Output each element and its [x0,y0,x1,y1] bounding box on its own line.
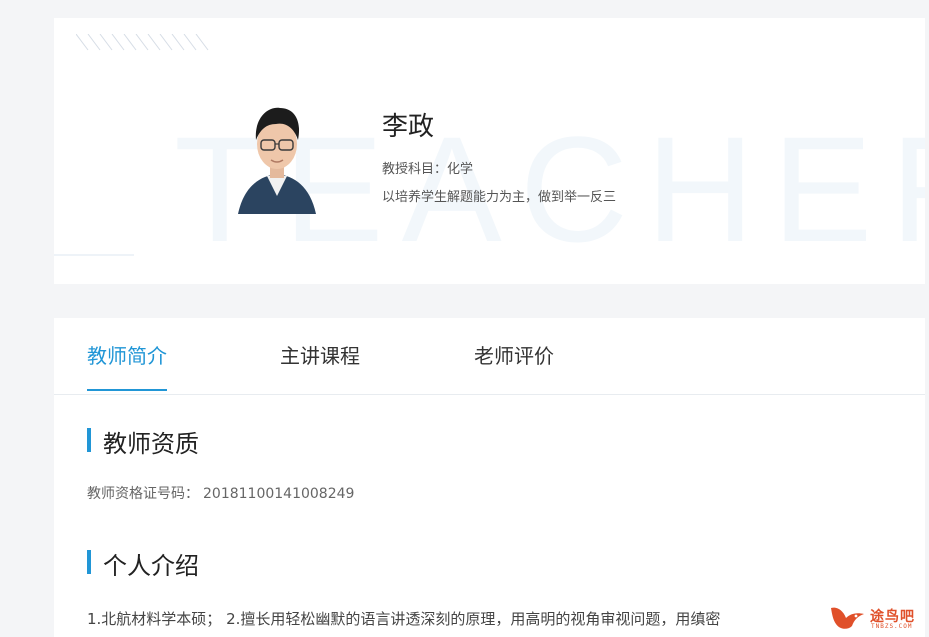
intro-heading: 个人介绍 [87,546,199,581]
bird-logo-icon [831,607,864,629]
certificate-label: 教师资格证号码： [87,486,199,502]
certificate-number: 20181100141008249 [203,486,355,502]
brand-watermark[interactable]: 途鸟吧 TNBZS.COM [828,602,926,632]
intro-text: 1.北航材料学本硕； 2.擅长用轻松幽默的语言讲透深刻的原理，用高明的视角审视问… [87,610,721,628]
teacher-avatar [238,107,316,214]
hero-divider [54,254,134,256]
teacher-motto: 以培养学生解题能力为主，做到举一反三 [382,190,617,205]
left-margin [0,0,54,637]
certificate-row: 教师资格证号码： 20181100141008249 [87,483,354,503]
tab-reviews[interactable]: 老师评价 [474,340,554,389]
tab-teacher-intro[interactable]: 教师简介 [87,340,167,391]
teacher-subject: 教授科目：化学 [382,162,474,177]
tab-bar: 教师简介 主讲课程 老师评价 [54,318,925,395]
right-margin [925,0,929,637]
brand-domain: TNBZS.COM [871,623,913,630]
qualification-heading: 教师资质 [87,424,199,459]
decorative-hatch-icon [76,34,209,51]
teacher-detail-panel: 教师简介 主讲课程 老师评价 教师资质 教师资格证号码： 201811001410… [54,318,925,637]
tab-courses[interactable]: 主讲课程 [280,340,360,389]
teacher-hero-card: TEACHER 李政 教授科目：化学 以培养学生解题能力为主，做到举一反三 [54,18,925,284]
teacher-name: 李政 [382,112,435,142]
